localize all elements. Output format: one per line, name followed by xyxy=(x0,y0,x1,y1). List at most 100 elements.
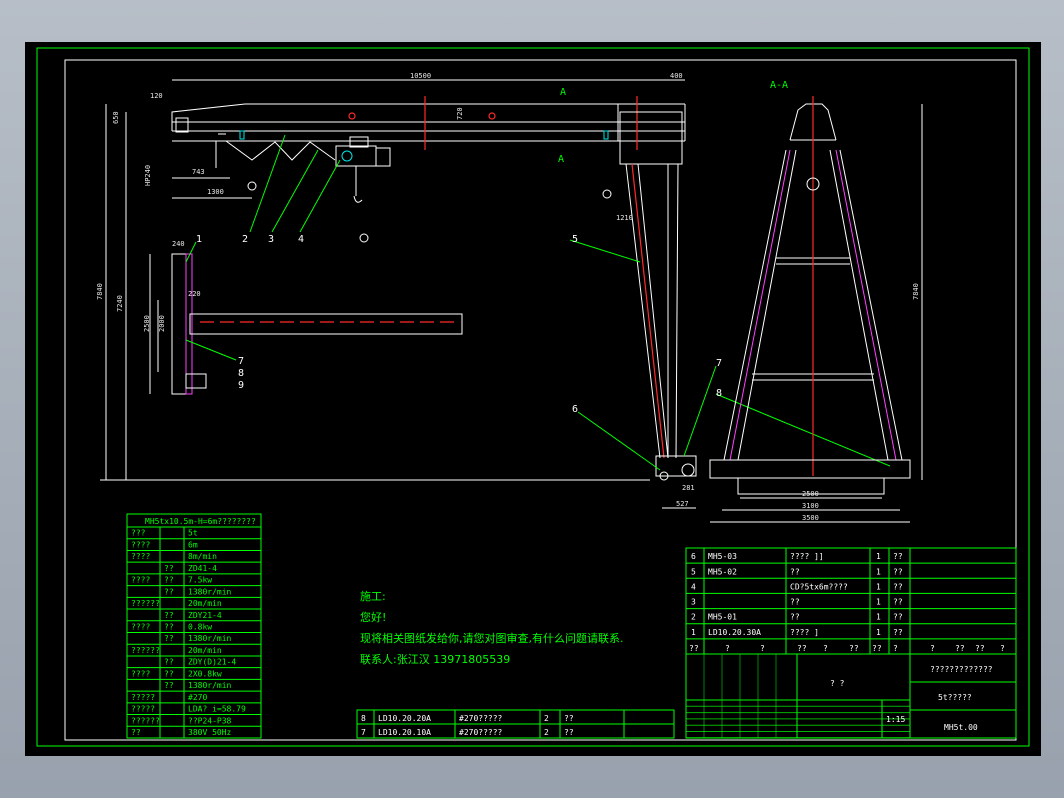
header-caption: ?? xyxy=(872,644,882,653)
aa-base-0: 2500 xyxy=(802,490,819,498)
spec-row-param: ?????? xyxy=(131,646,160,655)
spec-row-value: ??P24-P38 xyxy=(188,716,232,725)
bom-bottom-number: 8 xyxy=(361,714,366,723)
bom-row-number: 2 xyxy=(691,613,696,622)
bom-row-name: ?? xyxy=(790,567,800,576)
spec-row-sub: ?? xyxy=(164,623,174,632)
callout-9-plan: 9 xyxy=(238,380,244,391)
bom-row-qty: 1 xyxy=(876,582,881,591)
bom-bottom-code: LD10.20.10A xyxy=(378,728,431,737)
bom-row-material: ?? xyxy=(893,598,903,607)
dim-height-total: 7840 xyxy=(96,283,104,300)
header-caption: ? xyxy=(1000,644,1005,653)
dim-overall-width: 10500 xyxy=(410,72,431,80)
spec-row-sub: ?? xyxy=(164,564,174,573)
bom-bottom-code: LD10.20.20A xyxy=(378,714,431,723)
bom-row-name: ?? xyxy=(790,598,800,607)
header-caption: ? xyxy=(725,644,730,653)
bom-row-number: 4 xyxy=(691,582,696,591)
product-name: 5t????? xyxy=(938,693,972,702)
spec-row-value: ZD41-4 xyxy=(188,564,217,573)
bom-row-code: MH5-02 xyxy=(708,567,737,576)
spec-row-param: ?????? xyxy=(131,716,160,725)
dim-base-1: 527 xyxy=(676,500,689,508)
bom-row-code: LD10.20.30A xyxy=(708,628,761,637)
spec-row-value: 20m/min xyxy=(188,599,222,608)
drawing-number: MH5t.00 xyxy=(944,723,978,732)
bom-row-name: ?? xyxy=(790,613,800,622)
bom-bottom-name: #270????? xyxy=(459,714,503,723)
bom-row-material: ?? xyxy=(893,582,903,591)
spec-row-sub: ?? xyxy=(164,658,174,667)
spec-row-sub: ?? xyxy=(164,634,174,643)
spec-row-value: 1380r/min xyxy=(188,681,232,690)
spec-row-value: LDA? i=58.79 xyxy=(188,705,246,714)
callout-5: 5 xyxy=(572,234,578,245)
spec-row-value: 2X0.8kw xyxy=(188,669,222,678)
spec-row-value: 7.5kw xyxy=(188,576,212,585)
bom-row-qty: 1 xyxy=(876,613,881,622)
drawing-sheet[interactable]: 10500 400 120 650 HP240 743 1300 1210 72… xyxy=(0,0,1064,798)
dim-small: 1210 xyxy=(616,214,633,222)
cad-viewport[interactable]: 10500 400 120 650 HP240 743 1300 1210 72… xyxy=(0,0,1064,798)
header-caption: ? xyxy=(930,644,935,653)
spec-row-value: ZDY21-4 xyxy=(188,611,222,620)
spec-row-param: ????? xyxy=(131,693,155,702)
spec-row-param: ???? xyxy=(131,576,150,585)
note-line-1: 施工: xyxy=(360,590,386,603)
bom-bottom-name: #270????? xyxy=(459,728,503,737)
dim-left-4: 1300 xyxy=(207,188,224,196)
bom-row-number: 5 xyxy=(691,567,696,576)
spec-row-param: ????? xyxy=(131,705,155,714)
callout-1: 1 xyxy=(196,234,202,245)
aa-base-2: 3500 xyxy=(802,514,819,522)
bom-row-code: MH5-01 xyxy=(708,613,737,622)
header-caption: ?? xyxy=(797,644,807,653)
spec-row-value: 1380r/min xyxy=(188,587,232,596)
bom-row-name: ???? ] xyxy=(790,628,819,637)
bom-bottom-material: ?? xyxy=(564,728,574,737)
callout-8-plan: 8 xyxy=(238,368,244,379)
spec-row-value: 1380r/min xyxy=(188,634,232,643)
spec-row-param: ?????? xyxy=(131,599,160,608)
bom-row-material: ?? xyxy=(893,567,903,576)
header-caption: ?? xyxy=(975,644,985,653)
spec-row-value: 8m/min xyxy=(188,552,217,561)
spec-row-sub: ?? xyxy=(164,681,174,690)
bom-row-name: CD?5tx6m???? xyxy=(790,582,848,591)
spec-row-param: ??? xyxy=(131,529,146,538)
section-mark-bottom: A xyxy=(558,154,564,165)
bom-bottom-qty: 2 xyxy=(544,714,549,723)
dim-overall-width-right: 400 xyxy=(670,72,683,80)
dim-left-2: HP240 xyxy=(144,165,152,186)
dim-base-0: 281 xyxy=(682,484,695,492)
dim-left-0: 120 xyxy=(150,92,163,100)
spec-row-value: 6m xyxy=(188,540,198,549)
section-label: A-A xyxy=(770,80,788,91)
dim-plan-1: 220 xyxy=(188,290,201,298)
bom-row-qty: 1 xyxy=(876,598,881,607)
bom-row-code: MH5-03 xyxy=(708,552,737,561)
aa-height: 7840 xyxy=(912,283,920,300)
spec-row-value: 5t xyxy=(188,529,198,538)
callout-7-plan: 7 xyxy=(238,356,244,367)
bom-bottom-material: ?? xyxy=(564,714,574,723)
spec-row-value: ZDY(D)21-4 xyxy=(188,658,236,667)
spec-row-param: ???? xyxy=(131,669,150,678)
bom-row-name: ???? ]] xyxy=(790,552,824,561)
callout-3: 3 xyxy=(268,234,274,245)
spec-row-sub: ?? xyxy=(164,611,174,620)
dim-height-inner: 7240 xyxy=(116,295,124,312)
spec-row-value: 380V 50Hz xyxy=(188,728,232,737)
spec-row-sub: ?? xyxy=(164,587,174,596)
bom-row-number: 3 xyxy=(691,598,696,607)
note-line-4: 联系人:张江汉 13971805539 xyxy=(360,653,510,666)
bom-row-qty: 1 xyxy=(876,552,881,561)
scale: 1:15 xyxy=(886,715,905,724)
header-caption: ?? xyxy=(689,644,699,653)
bom-bottom-number: 7 xyxy=(361,728,366,737)
note-line-3: 现将相关图纸发给你,请您对图审查,有什么问题请联系. xyxy=(360,631,624,645)
dim-center: 720 xyxy=(456,107,464,120)
header-caption: ? xyxy=(823,644,828,653)
spec-row-param: ???? xyxy=(131,552,150,561)
